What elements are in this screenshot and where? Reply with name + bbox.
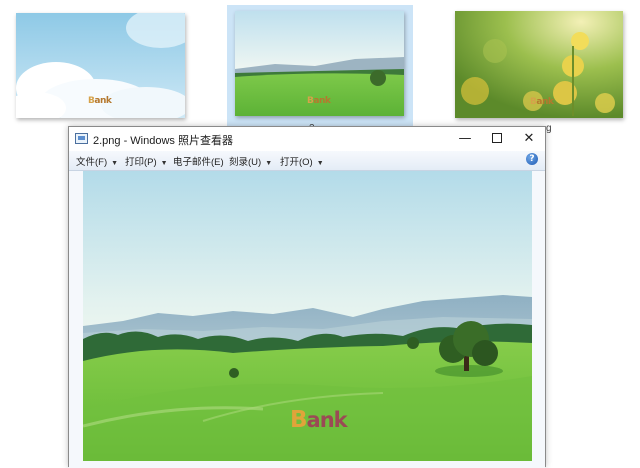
thumbnail-label-fragment: g <box>546 123 552 134</box>
image-viewer-area: Bank <box>69 171 545 468</box>
close-icon: ✕ <box>523 131 535 146</box>
minimize-button[interactable]: — <box>449 127 481 151</box>
maximize-button[interactable] <box>481 127 513 151</box>
photo-viewer-app-icon <box>75 133 88 144</box>
chevron-down-icon: ▼ <box>316 160 324 167</box>
title-bar[interactable]: 2.png - Windows 照片查看器 — ✕ <box>69 127 545 151</box>
menu-print[interactable]: 打印(P) ▼ <box>125 154 168 168</box>
displayed-photo: Bank <box>83 171 532 461</box>
thumbnail-watermark: Bank <box>88 96 112 106</box>
close-button[interactable]: ✕ <box>513 127 545 151</box>
thumbnail-watermark: Bank <box>307 96 331 106</box>
help-icon[interactable]: ? <box>526 153 538 165</box>
menu-burn[interactable]: 刻录(U) ▼ <box>229 154 272 168</box>
chevron-down-icon: ▼ <box>111 160 119 167</box>
menu-file[interactable]: 文件(F) ▼ <box>76 154 118 168</box>
menu-open[interactable]: 打开(O) ▼ <box>280 154 324 168</box>
thumbnail-meadow[interactable]: Bank <box>235 11 404 116</box>
chevron-down-icon: ▼ <box>160 160 168 167</box>
chevron-down-icon: ▼ <box>265 160 273 167</box>
thumbnail-clouds[interactable]: Bank <box>16 13 185 118</box>
menu-email[interactable]: 电子邮件(E) <box>173 154 224 168</box>
thumbnail-watermark: Bank <box>530 97 554 107</box>
maximize-icon <box>492 132 502 143</box>
menu-bar: 文件(F) ▼ 打印(P) ▼ 电子邮件(E) 刻录(U) ▼ 打开(O) ▼ <box>69 151 545 171</box>
photo-watermark: Bank <box>290 407 348 433</box>
minimize-icon: — <box>458 131 472 146</box>
window-title: 2.png - Windows 照片查看器 <box>93 135 233 147</box>
photo-viewer-window: 2.png - Windows 照片查看器 — ✕ 文件(F) ▼ 打印(P) ▼ … <box>68 126 546 468</box>
thumbnail-yellow-flowers[interactable]: Bank <box>455 11 623 118</box>
